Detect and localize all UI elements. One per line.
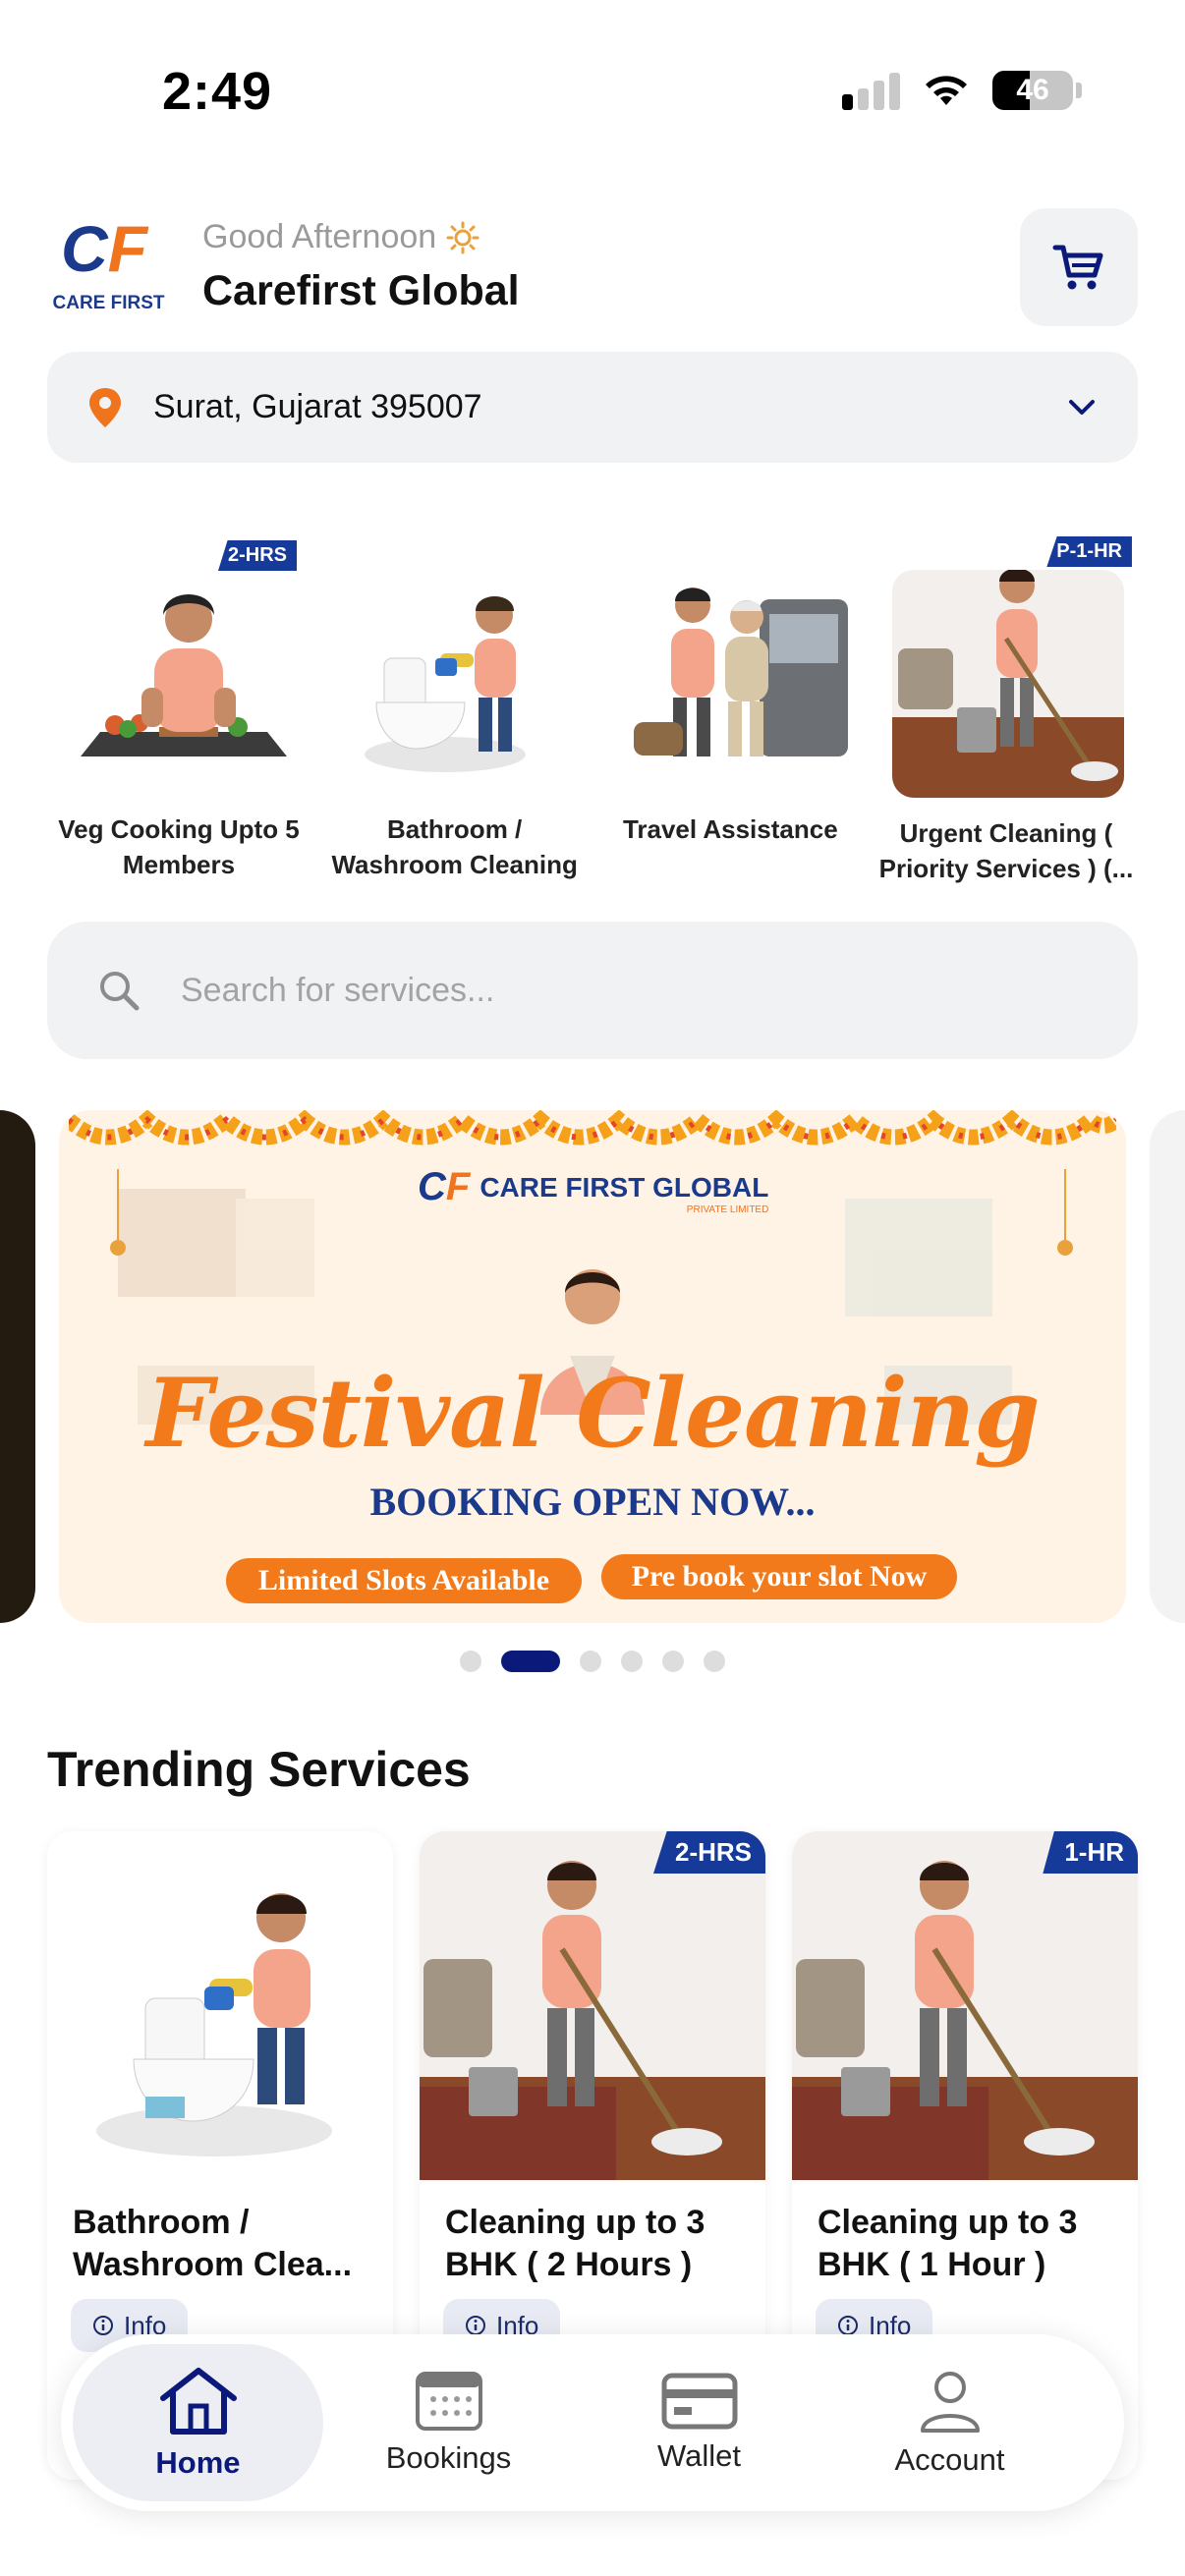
- location-selector[interactable]: Surat, Gujarat 395007: [47, 352, 1138, 463]
- service-image: 1-HR: [792, 1831, 1138, 2180]
- previous-banner-peek[interactable]: [0, 1110, 35, 1623]
- chevron-down-icon: [1069, 399, 1095, 415]
- banner-logo-subtext: PRIVATE LIMITED: [686, 1204, 769, 1215]
- service-categories: 2-HRS Veg Cooking Upto 5 Members Bathroo…: [47, 531, 1138, 887]
- nav-account[interactable]: Account: [824, 2344, 1075, 2501]
- banner-logo-text: CARE FIRST GLOBAL: [480, 1171, 769, 1203]
- info-icon: [93, 2316, 113, 2335]
- status-bar: 2:49 46: [0, 0, 1185, 187]
- carousel-dot[interactable]: [580, 1651, 601, 1672]
- carousel-dot-active[interactable]: [501, 1651, 560, 1672]
- category-label: Travel Assistance: [622, 814, 838, 844]
- duration-tag: 2-HRS: [652, 1831, 765, 1874]
- sun-icon: [446, 221, 480, 253]
- duration-tag: 2-HRS: [217, 540, 297, 571]
- carousel-dot[interactable]: [460, 1651, 481, 1672]
- search-input[interactable]: Search for services...: [181, 972, 494, 1010]
- home-icon: [159, 2368, 237, 2435]
- priority-tag: P-1-HR: [1046, 536, 1132, 567]
- category-bathroom-cleaning[interactable]: Bathroom / Washroom Cleaning: [323, 531, 587, 887]
- cellular-signal-icon: [842, 71, 900, 110]
- nav-home[interactable]: Home: [73, 2344, 323, 2501]
- user-name: Carefirst Global: [202, 267, 520, 314]
- category-label: Bathroom / Washroom Cleaning: [331, 814, 578, 880]
- duration-tag: 1-HR: [1043, 1831, 1138, 1874]
- carousel-dot[interactable]: [662, 1651, 684, 1672]
- category-travel-assistance[interactable]: Travel Assistance: [598, 531, 862, 887]
- banner-headline: Festival Cleaning: [145, 1358, 1040, 1469]
- user-icon: [920, 2372, 980, 2433]
- carousel-dot[interactable]: [621, 1651, 643, 1672]
- category-veg-cooking[interactable]: 2-HRS Veg Cooking Upto 5 Members: [47, 531, 310, 887]
- battery-level: 46: [1016, 74, 1049, 106]
- category-label: Veg Cooking Upto 5 Members: [58, 814, 300, 880]
- next-banner-peek[interactable]: [1150, 1110, 1185, 1623]
- carousel-dot[interactable]: [704, 1651, 725, 1672]
- nav-label: Home: [155, 2445, 241, 2480]
- info-icon: [838, 2316, 858, 2335]
- status-time: 2:49: [162, 62, 273, 121]
- festival-banner[interactable]: CF CARE FIRST GLOBAL PRIVATE LIMITED Fes…: [59, 1110, 1126, 1623]
- urgent-cleaning-image: P-1-HR: [888, 531, 1132, 806]
- nav-wallet[interactable]: Wallet: [574, 2344, 824, 2501]
- location-pin-icon: [89, 387, 121, 427]
- veg-cooking-image: 2-HRS: [61, 531, 297, 806]
- logo-text: CARE FIRST: [52, 293, 165, 313]
- wifi-icon: [926, 76, 967, 105]
- carousel-indicator: [0, 1651, 1185, 1672]
- search-bar[interactable]: Search for services...: [47, 922, 1138, 1059]
- prebook-pill[interactable]: Pre book your slot Now: [601, 1554, 957, 1599]
- service-name: Bathroom / Washroom Clea...: [73, 2204, 353, 2283]
- location-text: Surat, Gujarat 395007: [153, 388, 482, 425]
- marigold-garland: [69, 1110, 1116, 1146]
- service-image: 2-HRS: [420, 1831, 765, 2180]
- info-icon: [466, 2316, 485, 2335]
- banner-subheadline: BOOKING OPEN NOW...: [369, 1480, 816, 1524]
- limited-slots-pill: Limited Slots Available: [226, 1558, 582, 1603]
- nav-bookings[interactable]: Bookings: [323, 2344, 574, 2501]
- bathroom-cleaning-image: [337, 531, 573, 806]
- cart-button[interactable]: [1020, 208, 1138, 326]
- search-icon: [100, 972, 140, 1011]
- service-name: Cleaning up to 3 BHK ( 2 Hours ): [445, 2204, 705, 2283]
- calendar-icon: [415, 2372, 482, 2431]
- wallet-card-icon: [661, 2373, 737, 2430]
- nav-label: Bookings: [385, 2440, 512, 2475]
- service-image: [47, 1831, 393, 2180]
- section-title: Trending Services: [47, 1742, 471, 1797]
- cart-icon: [1052, 245, 1103, 290]
- category-label: Urgent Cleaning ( Priority Services ) (.…: [878, 818, 1134, 884]
- service-name: Cleaning up to 3 BHK ( 1 Hour ): [818, 2204, 1078, 2283]
- status-icons: 46: [842, 71, 1082, 110]
- greeting: Good Afternoon: [202, 218, 480, 256]
- battery-icon: 46: [992, 71, 1082, 110]
- bottom-navigation: Home Bookings Wallet Account: [61, 2334, 1124, 2511]
- banner-logo: CF CARE FIRST GLOBAL PRIVATE LIMITED: [418, 1165, 769, 1215]
- nav-label: Wallet: [657, 2438, 741, 2473]
- nav-label: Account: [894, 2442, 1005, 2477]
- category-urgent-cleaning[interactable]: P-1-HR Urgent Cleaning ( Priority Servic…: [875, 531, 1138, 887]
- carefirst-logo: CCFF CARE FIRST: [47, 216, 170, 324]
- header: CCFF CARE FIRST Good Afternoon Carefirst…: [47, 206, 1138, 329]
- greeting-text: Good Afternoon: [202, 218, 437, 255]
- travel-assistance-image: [612, 531, 849, 806]
